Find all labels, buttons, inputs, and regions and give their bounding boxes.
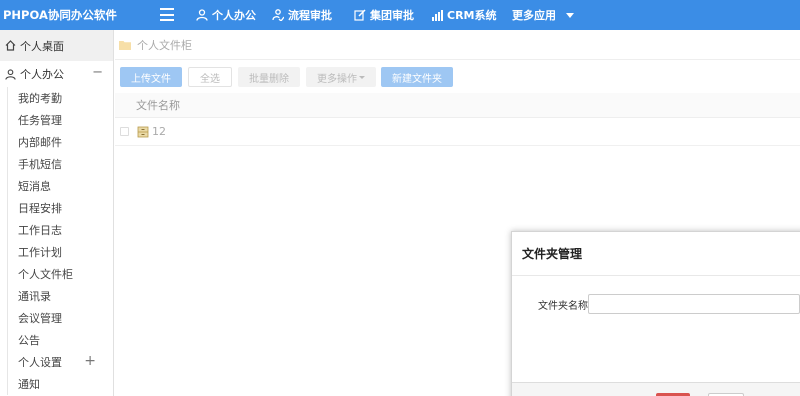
toolbar: 上传文件 全选 批量删除 更多操作 新建文件夹 [120,67,459,87]
breadcrumb: 个人文件柜 [115,30,800,60]
workflow-icon [272,9,284,21]
file-cabinet-icon [137,126,149,137]
sidebar-item-work-plan[interactable]: 工作计划 [8,241,113,263]
folder-management-dialog: 文件夹管理 文件夹名称 [511,231,800,396]
sidebar-item-sms[interactable]: 手机短信 [8,153,113,175]
upload-file-button[interactable]: 上传文件 [120,67,182,87]
nav-group-approval[interactable]: 集团审批 [354,0,414,30]
sidebar-item-file-cabinet[interactable]: 个人文件柜 [8,263,113,285]
table-header: 文件名称 [115,93,800,118]
chevron-down-icon [359,75,365,79]
folder-icon [119,40,131,50]
sidebar-item-attendance[interactable]: 我的考勤 [8,87,113,109]
nav-workflow-approval[interactable]: 流程审批 [272,0,332,30]
sidebar-submenu: 我的考勤 任务管理 内部邮件 手机短信 短消息 日程安排 工作日志 工作计划 个… [7,87,113,395]
edit-icon [354,9,366,21]
user-icon [196,9,208,21]
sidebar-item-meetings[interactable]: 会议管理 [8,307,113,329]
expand-icon[interactable]: + [84,353,96,369]
sidebar-item-personal-settings[interactable]: 个人设置 + [8,351,113,373]
home-icon [5,40,16,51]
dialog-title: 文件夹管理 [512,232,800,276]
sidebar-item-tasks[interactable]: 任务管理 [8,109,113,131]
nav-personal-office[interactable]: 个人办公 [196,0,256,30]
nav-crm[interactable]: CRM系统 [432,0,497,30]
sidebar-item-home[interactable]: 个人桌面 [0,30,113,61]
sidebar-section-personal-office[interactable]: 个人办公 − [0,61,113,87]
folder-name-label: 文件夹名称 [538,300,588,312]
column-header-file-name: 文件名称 [136,99,180,112]
sidebar-item-schedule[interactable]: 日程安排 [8,197,113,219]
folder-name-row: 文件夹名称 [512,294,800,314]
sidebar-item-mail[interactable]: 内部邮件 [8,131,113,153]
table-row[interactable]: 12 [115,118,800,146]
top-bar: PHPOA协同办公软件 个人办公 流程审批 集团审批 CRM系统 更多应用 [0,0,800,30]
new-folder-button[interactable]: 新建文件夹 [381,67,453,87]
sidebar-item-notices[interactable]: 通知 [8,373,113,395]
menu-toggle-icon[interactable] [160,8,174,21]
sidebar-item-announcements[interactable]: 公告 [8,329,113,351]
sidebar-item-messages[interactable]: 短消息 [8,175,113,197]
select-all-button[interactable]: 全选 [188,67,232,87]
chevron-down-icon [566,12,574,18]
sidebar-item-contacts[interactable]: 通讯录 [8,285,113,307]
dialog-footer [512,382,800,396]
folder-name-input[interactable] [588,294,800,314]
app-title: PHPOA协同办公软件 [3,8,117,22]
sidebar: 个人桌面 个人办公 − 我的考勤 任务管理 内部邮件 手机短信 短消息 日程安排… [0,30,114,396]
more-actions-button[interactable]: 更多操作 [306,67,376,87]
sidebar-item-work-log[interactable]: 工作日志 [8,219,113,241]
nav-more-apps[interactable]: 更多应用 [512,0,574,30]
user-icon [5,68,16,80]
file-name-cell[interactable]: 12 [137,125,166,138]
bar-chart-icon [432,9,443,21]
collapse-icon[interactable]: − [92,65,103,80]
batch-delete-button[interactable]: 批量删除 [238,67,300,87]
row-checkbox[interactable] [120,127,129,136]
